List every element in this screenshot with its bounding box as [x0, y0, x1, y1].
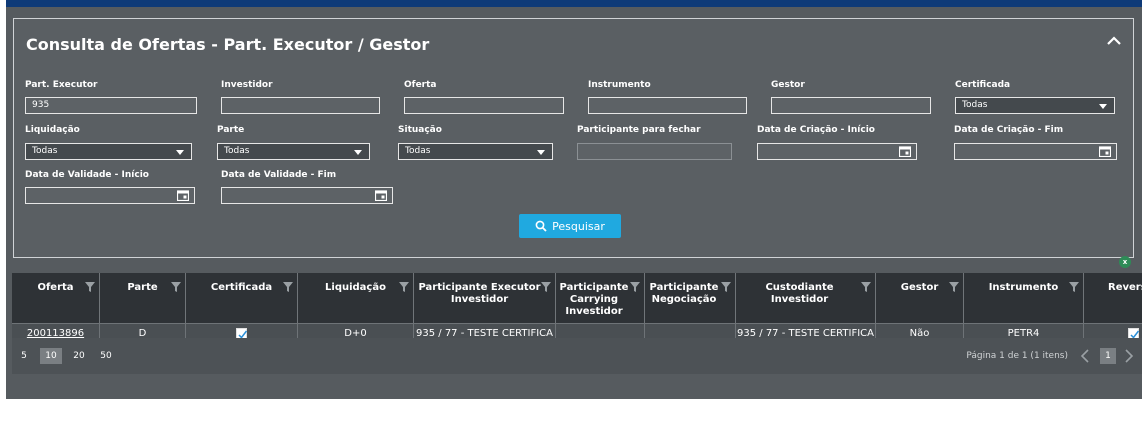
- certificada-value: Todas: [962, 100, 988, 110]
- page-title: Consulta de Ofertas - Part. Executor / G…: [26, 35, 430, 54]
- current-page[interactable]: 1: [1100, 348, 1116, 364]
- chevron-up-icon[interactable]: [1105, 33, 1123, 49]
- app-body: Consulta de Ofertas - Part. Executor / G…: [6, 7, 1142, 399]
- caret-down-icon: [176, 150, 184, 155]
- caret-down-icon: [1099, 104, 1107, 109]
- parte-value: Todas: [224, 146, 250, 156]
- calendar-icon[interactable]: [899, 146, 911, 157]
- search-button[interactable]: Pesquisar: [519, 214, 621, 238]
- grid-header: Oferta Parte Certificada Liquidação Part…: [12, 273, 1142, 323]
- col-label: Custodiante Investidor: [765, 282, 834, 305]
- col-header-participante-executor[interactable]: Participante Executor Investidor: [414, 273, 556, 323]
- calendar-icon[interactable]: [1099, 146, 1111, 157]
- liquidacao-label: Liquidação: [25, 125, 80, 135]
- search-button-label: Pesquisar: [552, 219, 605, 233]
- col-label: Liquidação: [325, 282, 386, 293]
- oferta-label: Oferta: [404, 80, 437, 90]
- filter-icon[interactable]: [399, 282, 409, 292]
- page-size-20[interactable]: 20: [68, 348, 90, 364]
- investidor-label: Investidor: [221, 80, 273, 90]
- header-stripe: [6, 0, 1142, 7]
- search-icon: [535, 220, 547, 232]
- parte-label: Parte: [217, 125, 245, 135]
- filter-icon[interactable]: [541, 282, 551, 292]
- data-validade-fim-input[interactable]: [221, 187, 393, 204]
- filter-panel: Consulta de Ofertas - Part. Executor / G…: [13, 18, 1134, 258]
- col-label: Certificada: [210, 282, 273, 293]
- excel-export-icon[interactable]: x: [1119, 256, 1131, 268]
- col-label: Revers: [1108, 282, 1142, 293]
- data-criacao-fim-label: Data de Criação - Fim: [954, 125, 1064, 135]
- certificada-checkbox: [236, 327, 248, 339]
- part-executor-label: Part. Executor: [25, 80, 98, 90]
- calendar-icon[interactable]: [177, 190, 189, 201]
- col-header-oferta[interactable]: Oferta: [12, 273, 100, 323]
- calendar-icon[interactable]: [375, 190, 387, 201]
- page-size-5[interactable]: 5: [16, 348, 32, 364]
- participante-fechar-input: [577, 143, 732, 160]
- col-header-participante-carrying[interactable]: Participante Carrying Investidor: [556, 273, 645, 323]
- gestor-input[interactable]: [771, 97, 931, 114]
- top-area: [0, 0, 1144, 7]
- col-label: Participante Negociação: [649, 282, 719, 305]
- data-criacao-inicio-input[interactable]: [757, 143, 917, 160]
- certificada-select[interactable]: Todas: [955, 97, 1115, 114]
- part-executor-input[interactable]: 935: [25, 97, 197, 114]
- situacao-label: Situação: [398, 125, 442, 135]
- instrumento-label: Instrumento: [588, 80, 651, 90]
- filter-icon[interactable]: [630, 282, 640, 292]
- participante-fechar-label: Participante para fechar: [577, 125, 701, 135]
- revers-checkbox: [1128, 327, 1140, 339]
- certificada-label: Certificada: [955, 80, 1011, 90]
- col-header-gestor[interactable]: Gestor: [876, 273, 964, 323]
- col-header-custodiante[interactable]: Custodiante Investidor: [736, 273, 876, 323]
- col-header-instrumento[interactable]: Instrumento: [964, 273, 1084, 323]
- liquidacao-select[interactable]: Todas: [25, 143, 192, 160]
- filter-icon[interactable]: [171, 282, 181, 292]
- col-label: Parte: [127, 282, 158, 293]
- caret-down-icon: [354, 150, 362, 155]
- data-criacao-fim-input[interactable]: [954, 143, 1117, 160]
- data-validade-fim-label: Data de Validade - Fim: [221, 170, 337, 180]
- oferta-input[interactable]: [404, 97, 564, 114]
- filter-icon[interactable]: [721, 282, 731, 292]
- gestor-label: Gestor: [771, 80, 805, 90]
- col-label: Oferta: [37, 282, 74, 293]
- filter-icon[interactable]: [949, 282, 959, 292]
- col-header-revers[interactable]: Revers: [1084, 273, 1142, 323]
- page-size-50[interactable]: 50: [95, 348, 117, 364]
- col-label: Instrumento: [988, 282, 1059, 293]
- chevron-left-icon[interactable]: [1080, 348, 1090, 364]
- col-header-liquidacao[interactable]: Liquidação: [298, 273, 414, 323]
- data-criacao-inicio-label: Data de Criação - Início: [757, 125, 875, 135]
- investidor-input[interactable]: [221, 97, 380, 114]
- col-label: Participante Carrying Investidor: [559, 282, 629, 317]
- filter-icon[interactable]: [1069, 282, 1079, 292]
- filter-icon[interactable]: [283, 282, 293, 292]
- data-validade-inicio-label: Data de Validade - Início: [25, 170, 149, 180]
- page-bottom: [0, 399, 1144, 428]
- col-header-certificada[interactable]: Certificada: [186, 273, 298, 323]
- instrumento-input[interactable]: [588, 97, 747, 114]
- filter-icon[interactable]: [85, 282, 95, 292]
- page-size-10[interactable]: 10: [40, 348, 62, 364]
- pager: 5 10 20 50 Página 1 de 1 (1 itens) 1: [12, 338, 1142, 374]
- col-header-participante-negociacao[interactable]: Participante Negociação: [645, 273, 736, 323]
- situacao-select[interactable]: Todas: [398, 143, 553, 160]
- col-label: Gestor: [900, 282, 939, 293]
- parte-select[interactable]: Todas: [217, 143, 370, 160]
- data-validade-inicio-input[interactable]: [25, 187, 195, 204]
- situacao-value: Todas: [405, 146, 431, 156]
- caret-down-icon: [537, 150, 545, 155]
- col-header-parte[interactable]: Parte: [100, 273, 186, 323]
- chevron-right-icon[interactable]: [1124, 348, 1134, 364]
- pager-info: Página 1 de 1 (1 itens): [966, 351, 1068, 361]
- filter-icon[interactable]: [861, 282, 871, 292]
- col-label: Participante Executor Investidor: [418, 282, 541, 305]
- liquidacao-value: Todas: [32, 146, 58, 156]
